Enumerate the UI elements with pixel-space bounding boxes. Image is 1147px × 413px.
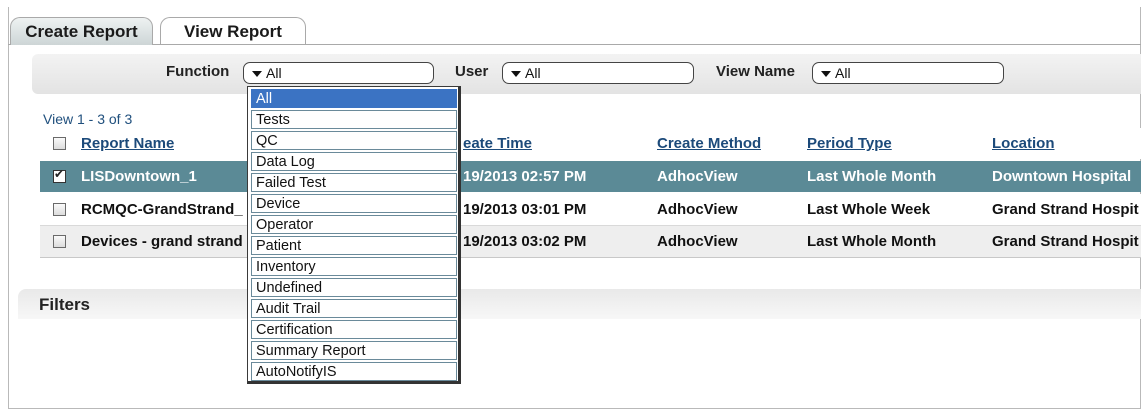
view-name-select[interactable]: All: [812, 62, 1004, 84]
view-name-label: View Name: [716, 63, 795, 80]
dropdown-option-certification[interactable]: Certification: [251, 320, 457, 339]
chevron-down-icon: [821, 71, 831, 77]
dropdown-option-autonotifyis[interactable]: AutoNotifyIS: [251, 362, 457, 381]
chevron-down-icon: [252, 71, 262, 77]
tab-divider: [8, 44, 1141, 45]
report-name-cell: LISDowntown_1: [81, 168, 197, 185]
view-name-select-value: All: [835, 65, 851, 81]
filters-section-header: [18, 289, 1141, 319]
report-name-cell: RCMQC-GrandStrand_: [81, 201, 243, 218]
dropdown-option-undefined[interactable]: Undefined: [251, 278, 457, 297]
function-label: Function: [166, 63, 230, 80]
dropdown-option-summary-report[interactable]: Summary Report: [251, 341, 457, 360]
column-header-create-time[interactable]: eate Time: [463, 128, 532, 159]
create-time-cell: 19/2013 03:02 PM: [463, 233, 587, 250]
dropdown-option-audit-trail[interactable]: Audit Trail: [251, 299, 457, 318]
create-time-cell: 19/2013 03:01 PM: [463, 201, 587, 218]
row-checkbox[interactable]: [53, 203, 66, 216]
dropdown-option-device[interactable]: Device: [251, 194, 457, 213]
period-type-cell: Last Whole Month: [807, 168, 937, 185]
tab-create-report[interactable]: Create Report: [10, 17, 153, 45]
dropdown-option-failed-test[interactable]: Failed Test: [251, 173, 457, 192]
table-header-row: Report Name eate Time Create Method Peri…: [40, 128, 1141, 159]
dropdown-option-operator[interactable]: Operator: [251, 215, 457, 234]
create-method-cell: AdhocView: [657, 201, 738, 218]
column-header-create-method[interactable]: Create Method: [657, 128, 761, 159]
select-all-checkbox[interactable]: [53, 137, 66, 150]
dropdown-option-all[interactable]: All: [251, 89, 457, 108]
create-method-cell: AdhocView: [657, 168, 738, 185]
dropdown-option-tests[interactable]: Tests: [251, 110, 457, 129]
location-cell: Grand Strand Hospit: [992, 233, 1139, 250]
dropdown-option-data-log[interactable]: Data Log: [251, 152, 457, 171]
row-checkbox[interactable]: [53, 235, 66, 248]
location-cell: Downtown Hospital: [992, 168, 1132, 185]
user-select-value: All: [525, 65, 541, 81]
create-time-cell: 19/2013 02:57 PM: [463, 168, 587, 185]
report-name-cell: Devices - grand strand: [81, 233, 243, 250]
period-type-cell: Last Whole Month: [807, 233, 937, 250]
location-cell: Grand Strand Hospit: [992, 201, 1139, 218]
period-type-cell: Last Whole Week: [807, 201, 931, 218]
table-row[interactable]: Devices - grand strand 19/2013 03:02 PM …: [40, 226, 1141, 258]
create-method-cell: AdhocView: [657, 233, 738, 250]
column-header-location[interactable]: Location: [992, 128, 1055, 159]
column-header-period-type[interactable]: Period Type: [807, 128, 892, 159]
function-dropdown-list: All Tests QC Data Log Failed Test Device…: [247, 86, 461, 384]
dropdown-option-qc[interactable]: QC: [251, 131, 457, 150]
function-select-value: All: [266, 65, 282, 81]
dropdown-option-inventory[interactable]: Inventory: [251, 257, 457, 276]
column-header-report-name[interactable]: Report Name: [81, 128, 174, 159]
function-select[interactable]: All: [243, 62, 434, 84]
record-count: View 1 - 3 of 3: [43, 111, 133, 127]
tab-view-report[interactable]: View Report: [160, 17, 306, 45]
filters-title: Filters: [39, 295, 91, 314]
table-row[interactable]: RCMQC-GrandStrand_ 19/2013 03:01 PM Adho…: [40, 194, 1141, 226]
dropdown-option-patient[interactable]: Patient: [251, 236, 457, 255]
table-row[interactable]: LISDowntown_1 19/2013 02:57 PM AdhocView…: [40, 161, 1141, 192]
reports-table: Report Name eate Time Create Method Peri…: [40, 128, 1141, 264]
user-label: User: [455, 63, 489, 80]
user-select[interactable]: All: [502, 62, 694, 84]
row-checkbox[interactable]: [53, 167, 66, 183]
chevron-down-icon: [511, 71, 521, 77]
